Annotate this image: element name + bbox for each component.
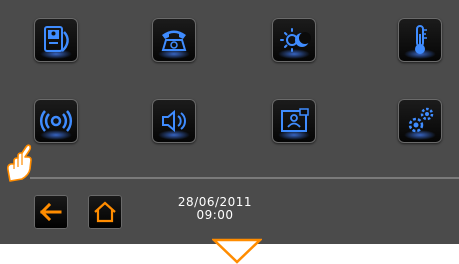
date-time-display: 28/06/2011 09:00 — [160, 196, 270, 222]
thermometer-icon — [415, 25, 427, 54]
video-entry-phone-button[interactable] — [34, 18, 78, 62]
video-entry-phone-icon — [44, 26, 69, 52]
speaker-volume-button[interactable] — [152, 99, 196, 143]
telephone-button[interactable] — [152, 18, 196, 62]
settings-button[interactable] — [398, 99, 442, 143]
telephone-icon — [161, 30, 187, 51]
day-night-scenario-icon — [280, 28, 311, 52]
home-icon — [94, 201, 116, 223]
home-button[interactable] — [88, 195, 122, 229]
contact-card-icon — [281, 108, 309, 132]
pointing-hand-icon — [7, 144, 32, 182]
speaker-volume-icon — [162, 109, 186, 133]
scroll-down-triangle-icon[interactable] — [212, 238, 262, 264]
time-label: 09:00 — [196, 208, 234, 222]
back-arrow-icon — [39, 202, 62, 222]
alarm-signal-button[interactable] — [34, 99, 78, 143]
day-night-scenario-button[interactable] — [272, 18, 316, 62]
touchscreen-panel: 28/06/2011 09:00 — [0, 0, 459, 244]
footer-divider — [30, 177, 459, 179]
contact-card-button[interactable] — [272, 99, 316, 143]
back-button[interactable] — [34, 195, 68, 229]
alarm-signal-icon — [40, 110, 72, 132]
temperature-button[interactable] — [398, 18, 442, 62]
settings-gears-icon — [408, 107, 434, 133]
